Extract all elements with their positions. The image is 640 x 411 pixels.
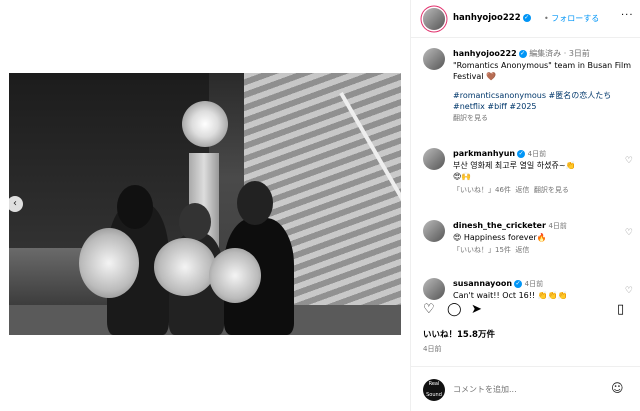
comment-text: 부산 영화제 최고루 열일 하셨쥬~👏 [453, 160, 576, 170]
translate-link[interactable]: 翻訳を見る [534, 186, 569, 194]
avatar[interactable] [423, 220, 445, 242]
caption-username[interactable]: hanhyojoo222 ✓ [453, 49, 527, 58]
comment-likes[interactable]: 15件 [495, 246, 511, 254]
comment-time[interactable]: 4日前 [525, 280, 543, 288]
person-middle-head [179, 203, 211, 241]
reply-button[interactable]: 返信 [515, 246, 529, 254]
caption-text: "Romantics Anonymous" team in Busan Film… [453, 60, 632, 82]
edited-label: 編集済み [529, 49, 562, 58]
verified-icon: ✓ [517, 149, 526, 158]
composer-avatar: Real Sound [423, 379, 445, 401]
avatar[interactable] [423, 148, 445, 170]
like-count[interactable]: いいね！15.8万件 [423, 328, 495, 340]
avatar[interactable] [423, 48, 445, 70]
comment-time[interactable]: 4日前 [528, 150, 546, 158]
translate-link[interactable]: 翻訳を見る [453, 113, 633, 123]
post-header: hanhyojoo222 ✓ • フォローする ··· [411, 0, 640, 38]
comment-like-label: 「いいね！」 [453, 185, 495, 194]
verified-icon: ✓ [518, 49, 527, 58]
person-left-head [117, 185, 153, 229]
heart-icon[interactable]: ♡ [625, 228, 633, 238]
hashtags[interactable]: #romanticsanonymous #匿名の恋人たち #netflix #b… [453, 90, 633, 113]
bouquet-right [209, 248, 261, 303]
media-pane: ‹ [0, 0, 410, 411]
bouquet-left [79, 228, 139, 298]
action-bar: ♡ ◯ ➤ ▯ [411, 303, 640, 323]
posted-ago[interactable]: 4日前 [423, 344, 441, 354]
heart-icon[interactable]: ♡ [423, 303, 435, 317]
comment-likes[interactable]: 46件 [495, 186, 511, 194]
comment-like-label: 「いいね！」 [453, 246, 495, 255]
verified-icon: ✓ [522, 13, 531, 22]
more-options-icon[interactable]: ··· [621, 10, 634, 21]
follow-button[interactable]: • フォローする [544, 13, 599, 24]
comment-text: 😍 Happiness forever🔥 [453, 232, 547, 242]
separator: • [544, 14, 549, 23]
comment-username[interactable]: parkmanhyun ✓ [453, 149, 526, 158]
comment-time[interactable]: 4日前 [548, 222, 566, 230]
bouquet-middle [154, 238, 216, 296]
details-pane: hanhyojoo222 ✓ • フォローする ··· hanhyojoo222 ✓… [410, 0, 640, 411]
header-username[interactable]: hanhyojoo222 ✓ [453, 13, 531, 23]
reply-button[interactable]: 返信 [515, 186, 529, 194]
photo-light [182, 101, 228, 147]
comment-text: Can't wait!! Oct 16!! 👏👏👏 [453, 290, 568, 300]
bookmark-icon[interactable]: ▯ [617, 303, 624, 317]
post-time[interactable]: 3日前 [569, 49, 590, 58]
follow-label: フォローする [551, 14, 600, 23]
prev-arrow-icon[interactable]: ‹ [7, 196, 23, 212]
post-photo[interactable] [9, 73, 401, 335]
avatar[interactable] [423, 8, 445, 30]
comment-icon[interactable]: ◯ [447, 303, 462, 317]
heart-icon[interactable]: ♡ [625, 156, 633, 166]
comment-text-2: 😍🙌 [453, 172, 472, 182]
heart-icon[interactable]: ♡ [625, 286, 633, 296]
comment-username[interactable]: dinesh_the_cricketer [453, 221, 546, 230]
verified-icon: ✓ [514, 279, 523, 288]
avatar[interactable] [423, 278, 445, 300]
person-right-head [237, 181, 273, 225]
comment-composer: Real Sound コメントを追加... ☺ [411, 366, 640, 411]
comment-username[interactable]: susannayoon ✓ [453, 279, 523, 288]
comment-input[interactable]: コメントを追加... [453, 384, 517, 395]
emoji-icon[interactable]: ☺ [611, 381, 624, 395]
share-icon[interactable]: ➤ [471, 303, 482, 317]
comments-scroll[interactable]: hanhyojoo222 ✓ 編集済み · 3日前 "Romantics Anon… [411, 38, 640, 300]
